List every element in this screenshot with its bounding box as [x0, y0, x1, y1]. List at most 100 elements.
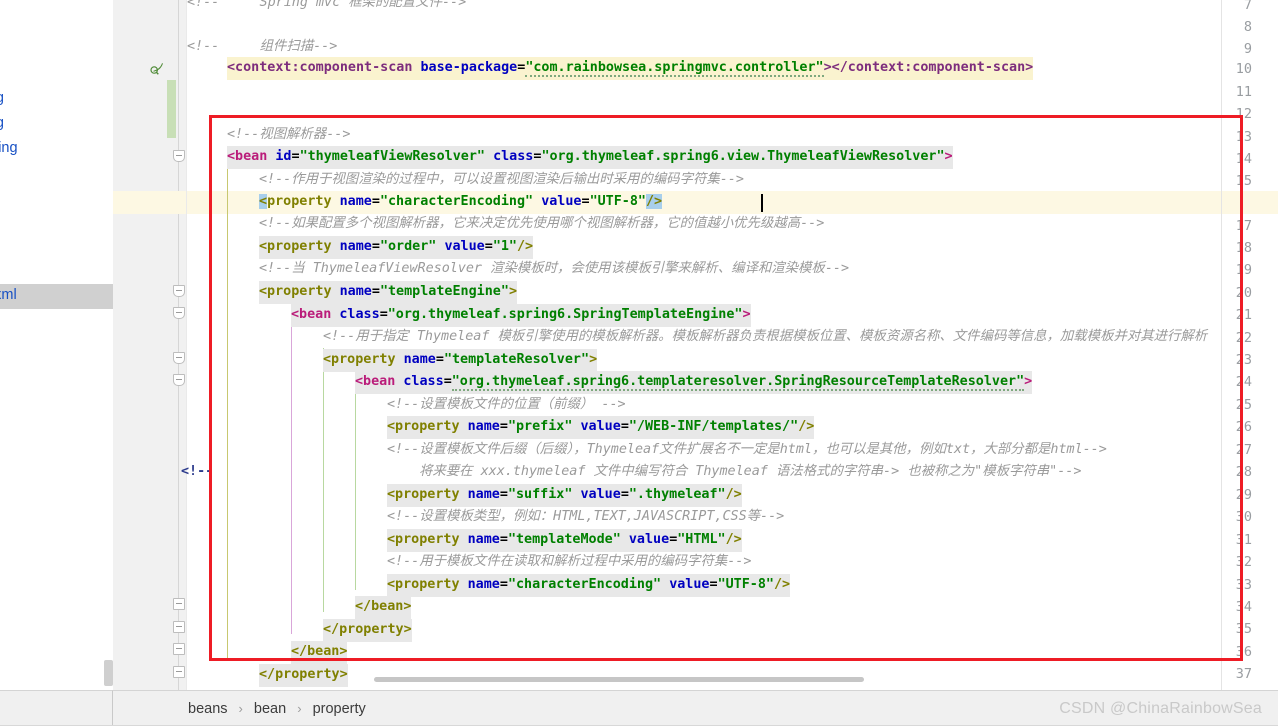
- breadcrumb-item-property[interactable]: property: [313, 701, 366, 717]
- fold-marker-line24[interactable]: [173, 374, 185, 386]
- breadcrumb-item-beans[interactable]: beans: [188, 701, 228, 717]
- code-line-23[interactable]: <property name="templateResolver">: [187, 349, 1278, 372]
- code-line-16[interactable]: <property name="characterEncoding" value…: [187, 191, 1278, 214]
- code-value: "templateEngine": [379, 284, 509, 299]
- fold-marker-line21[interactable]: [173, 307, 185, 319]
- structure-item-3[interactable]: String: [0, 115, 4, 131]
- code-line-35[interactable]: </property>: [187, 619, 1278, 642]
- code-tag-close: >: [742, 307, 751, 322]
- file-tab-springmvc-servlet-xml[interactable]: et.xml: [0, 284, 113, 309]
- fold-marker-line35[interactable]: [173, 621, 185, 633]
- code-text: <!--设置模板类型，例如：HTML,TEXT,JAVASCRIPT,CSS等-…: [387, 509, 785, 524]
- code-line-18[interactable]: <property name="order" value="1"/>: [187, 236, 1278, 259]
- code-attr: name: [339, 284, 372, 299]
- code-line-26[interactable]: <property name="prefix" value="/WEB-INF/…: [187, 416, 1278, 439]
- code-tag-close: />: [725, 532, 742, 547]
- code-line-33[interactable]: <property name="characterEncoding" value…: [187, 574, 1278, 597]
- code-line-15[interactable]: <!--作用于视图渲染的过程中，可以设置视图渲染后输出时采用的编码字符集-->: [187, 169, 1278, 192]
- code-text: <!--如果配置多个视图解析器，它来决定优先使用哪个视图解析器，它的值越小优先级…: [259, 216, 825, 231]
- code-token-group: <bean class="org.thymeleaf.spring6.Sprin…: [291, 304, 751, 327]
- code-text-fragment: <!--: [181, 464, 214, 479]
- code-tag: <bean: [291, 307, 332, 322]
- structure-item-2[interactable]: String: [0, 90, 4, 106]
- code-tag-close: >: [1024, 374, 1033, 389]
- code-line-17[interactable]: <!--如果配置多个视图解析器，它来决定优先使用哪个视图解析器，它的值越小优先级…: [187, 213, 1278, 236]
- text-caret: [761, 194, 763, 212]
- horizontal-scrollbar[interactable]: [374, 677, 864, 682]
- breadcrumb-item-bean[interactable]: bean: [254, 701, 286, 717]
- code-token-group: <property name="prefix" value="/WEB-INF/…: [387, 416, 815, 439]
- fold-rail: [178, 0, 179, 690]
- fold-marker-line23[interactable]: [173, 352, 185, 364]
- code-tag-close: />: [725, 487, 742, 502]
- code-attr: name: [467, 577, 500, 592]
- code-value: "org.thymeleaf.spring6.view.ThymeleafVie…: [541, 149, 945, 164]
- code-line-31[interactable]: <property name="templateMode" value="HTM…: [187, 529, 1278, 552]
- structure-item-4[interactable]: ():String: [0, 140, 18, 156]
- chevron-right-icon: ›: [238, 701, 243, 716]
- code-tag-close: ></context:component-scan>: [823, 60, 1034, 75]
- code-attr: value: [628, 532, 670, 547]
- code-line-27[interactable]: <!--设置模板文件后缀（后缀），Thymeleaf文件扩展名不一定是html，…: [187, 439, 1278, 462]
- fold-marker-line37[interactable]: [173, 666, 185, 678]
- code-line-7[interactable]: <!-- Spring mvc 框架的配置文件-->: [187, 0, 1278, 15]
- code-value: "1": [492, 239, 517, 254]
- structure-panel: oller ller String String ():String et.xm…: [0, 0, 114, 690]
- code-line-8[interactable]: [187, 14, 1278, 37]
- code-line-13[interactable]: <!--视图解析器-->: [187, 124, 1278, 147]
- code-line-14[interactable]: <bean id="thymeleafViewResolver" class="…: [187, 146, 1278, 169]
- code-attr: class: [403, 374, 444, 389]
- code-tag-close: />: [798, 419, 815, 434]
- code-line-34[interactable]: </bean>: [187, 596, 1278, 619]
- code-line-10[interactable]: <context:component-scan base-package="co…: [187, 57, 1278, 80]
- code-value: "org.thymeleaf.spring6.SpringTemplateEng…: [387, 307, 743, 322]
- code-value: "com.rainbowsea.springmvc.controller": [525, 60, 824, 77]
- code-line-36[interactable]: </bean>: [187, 641, 1278, 664]
- code-tag-close: >: [589, 352, 598, 367]
- code-attr: name: [467, 487, 500, 502]
- code-line-22[interactable]: <!--用于指定 Thymeleaf 模板引擎使用的模板解析器。模板解析器负责根…: [187, 326, 1278, 349]
- code-line-20[interactable]: <property name="templateEngine">: [187, 281, 1278, 304]
- code-attr: value: [669, 577, 710, 592]
- code-line-25[interactable]: <!--设置模板文件的位置（前缀） -->: [187, 394, 1278, 417]
- code-editor[interactable]: 7 8 9 10 11 12 13 14 15 16 17 18 19 20 2…: [113, 0, 1278, 690]
- code-value: "characterEncoding": [507, 577, 662, 592]
- code-line-11[interactable]: [187, 80, 1278, 103]
- ide-screenshot: oller ller String String ():String et.xm…: [0, 0, 1278, 726]
- fold-marker-line20[interactable]: [173, 285, 185, 297]
- code-token-group: <bean id="thymeleafViewResolver" class="…: [227, 146, 953, 169]
- code-text: <!-- 组件扫描-->: [187, 39, 338, 54]
- code-value: "UTF-8": [717, 577, 774, 592]
- spring-bean-icon[interactable]: [150, 59, 166, 75]
- code-tag: <property: [259, 284, 332, 299]
- code-value: "templateMode": [507, 532, 621, 547]
- code-tag: <property: [387, 419, 460, 434]
- chevron-right-icon: ›: [297, 701, 302, 716]
- vertical-scrollbar-thumb[interactable]: [104, 660, 113, 686]
- code-close-tag: </bean>: [291, 641, 348, 664]
- fold-marker-line36[interactable]: [173, 643, 185, 655]
- code-line-29[interactable]: <property name="suffix" value=".thymelea…: [187, 484, 1278, 507]
- code-line-19[interactable]: <!--当 ThymeleafViewResolver 渲染模板时，会使用该模板…: [187, 258, 1278, 281]
- code-line-37[interactable]: </property>: [187, 664, 1278, 687]
- fold-marker-line14[interactable]: [173, 150, 185, 162]
- code-tag: <bean: [227, 149, 268, 164]
- fold-marker-line34[interactable]: [173, 598, 185, 610]
- code-line-9[interactable]: <!-- 组件扫描-->: [187, 36, 1278, 59]
- code-text: <!--用于指定 Thymeleaf 模板引擎使用的模板解析器。模板解析器负责根…: [323, 329, 1208, 344]
- code-tag-close-selected: />: [646, 194, 663, 209]
- breadcrumb-bar: beans › bean › property CSDN @ChinaRainb…: [113, 690, 1278, 726]
- code-line-12[interactable]: [187, 102, 1278, 125]
- code-line-28-gutter-fragment: <!--: [113, 461, 1278, 484]
- code-token-group: <property name="characterEncoding" value…: [259, 194, 663, 209]
- code-line-21[interactable]: <bean class="org.thymeleaf.spring6.Sprin…: [187, 304, 1278, 327]
- code-line-32[interactable]: <!--用于模板文件在读取和解析过程中采用的编码字符集-->: [187, 551, 1278, 574]
- code-line-30[interactable]: <!--设置模板类型，例如：HTML,TEXT,JAVASCRIPT,CSS等-…: [187, 506, 1278, 529]
- code-value: ".thymeleaf": [628, 487, 726, 502]
- code-token-group: <property name="templateMode" value="HTM…: [387, 529, 742, 552]
- code-surface[interactable]: <!-- Spring mvc 框架的配置文件--> <!-- 组件扫描--> …: [187, 0, 1278, 690]
- code-value: "characterEncoding": [379, 194, 534, 209]
- code-value: "suffix": [507, 487, 573, 502]
- code-line-24[interactable]: <bean class="org.thymeleaf.spring6.templ…: [187, 371, 1278, 394]
- code-value: "templateResolver": [443, 352, 590, 367]
